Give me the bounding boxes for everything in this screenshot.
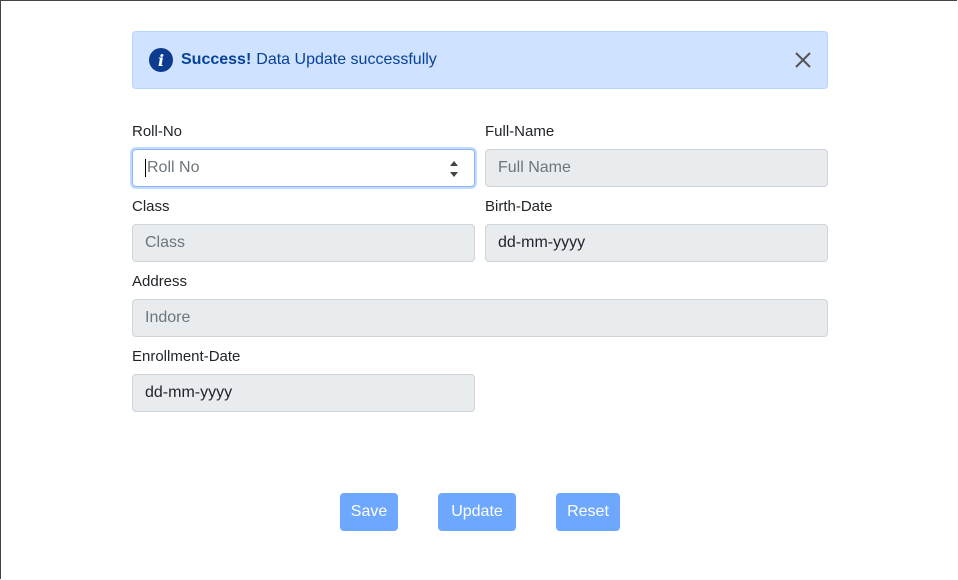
address-placeholder: Indore bbox=[145, 309, 191, 326]
full-name-input[interactable]: Full Name bbox=[485, 149, 828, 187]
success-alert: i Success! Data Update successfully bbox=[132, 31, 828, 89]
class-placeholder: Class bbox=[145, 234, 186, 251]
class-label: Class bbox=[132, 198, 170, 215]
info-icon: i bbox=[149, 48, 173, 72]
enrollment-date-value: dd-mm-yyyy bbox=[145, 384, 233, 401]
student-form-container: i Success! Data Update successfully Roll… bbox=[132, 31, 828, 422]
enrollment-date-label: Enrollment-Date bbox=[132, 348, 241, 365]
address-field: Address Indore bbox=[132, 272, 828, 337]
spinner-down-icon[interactable] bbox=[450, 172, 458, 177]
roll-no-input[interactable]: Roll No bbox=[132, 149, 475, 187]
form-grid: Roll-No Roll No Full-Name Full Name Clas… bbox=[132, 122, 828, 422]
alert-message: Data Update successfully bbox=[256, 51, 437, 68]
roll-no-placeholder: Roll No bbox=[147, 159, 200, 176]
text-cursor bbox=[145, 159, 146, 177]
birth-date-field: Birth-Date dd-mm-yyyy bbox=[485, 197, 828, 262]
close-icon[interactable] bbox=[793, 50, 813, 70]
reset-button[interactable]: Reset bbox=[556, 493, 620, 531]
roll-no-field: Roll-No Roll No bbox=[132, 122, 475, 187]
enrollment-date-field: Enrollment-Date dd-mm-yyyy bbox=[132, 347, 475, 412]
full-name-label: Full-Name bbox=[485, 123, 555, 140]
birth-date-label: Birth-Date bbox=[485, 198, 553, 215]
spinner-up-icon[interactable] bbox=[450, 161, 458, 166]
address-input[interactable]: Indore bbox=[132, 299, 828, 337]
full-name-field: Full-Name Full Name bbox=[485, 122, 828, 187]
address-label: Address bbox=[132, 273, 188, 290]
number-spinner[interactable] bbox=[448, 159, 460, 179]
class-input[interactable]: Class bbox=[132, 224, 475, 262]
class-field: Class Class bbox=[132, 197, 475, 262]
birth-date-input[interactable]: dd-mm-yyyy bbox=[485, 224, 828, 262]
update-button[interactable]: Update bbox=[438, 493, 516, 531]
save-button[interactable]: Save bbox=[340, 493, 398, 531]
alert-title: Success! bbox=[181, 51, 252, 68]
birth-date-value: dd-mm-yyyy bbox=[498, 234, 586, 251]
full-name-placeholder: Full Name bbox=[498, 159, 571, 176]
enrollment-date-input[interactable]: dd-mm-yyyy bbox=[132, 374, 475, 412]
roll-no-label: Roll-No bbox=[132, 123, 183, 140]
